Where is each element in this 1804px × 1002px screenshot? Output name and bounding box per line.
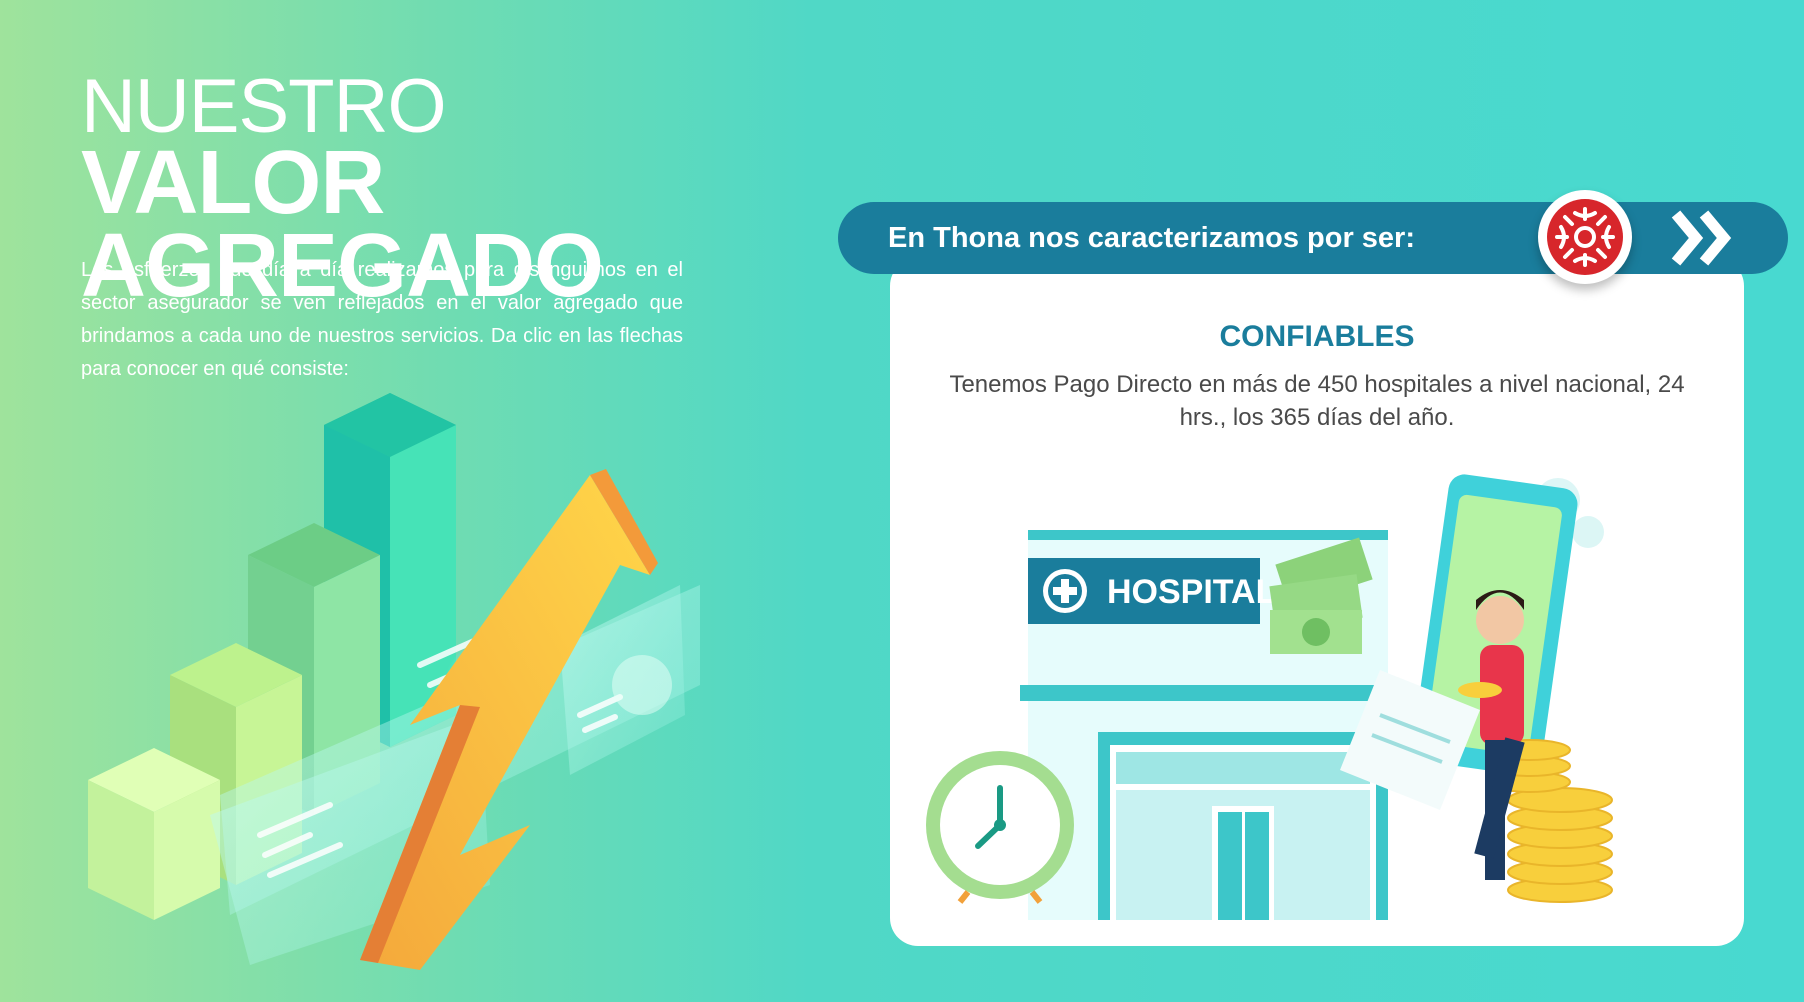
growth-chart-illustration — [88, 393, 700, 970]
value-banner: En Thona nos caracterizamos por ser: — [838, 190, 1788, 284]
double-chevron-right-icon[interactable] — [1668, 210, 1738, 266]
intro-paragraph: Los esfuerzos que día a día realizamos p… — [81, 259, 683, 380]
value-title: CONFIABLES — [1219, 320, 1415, 353]
value-description: Tenemos Pago Directo en más de 450 hospi… — [949, 371, 1685, 431]
thona-logo — [1538, 190, 1632, 284]
hospital-sign: HOSPITAL — [1107, 573, 1276, 611]
thona-logo-icon — [1547, 199, 1623, 275]
banner-text: En Thona nos caracterizamos por ser: — [888, 222, 1415, 254]
hospital-payment-illustration: HOSPITAL — [926, 474, 1613, 920]
page: NUESTRO VALOR AGREGADO Los esfuerzos que… — [0, 0, 1804, 1002]
